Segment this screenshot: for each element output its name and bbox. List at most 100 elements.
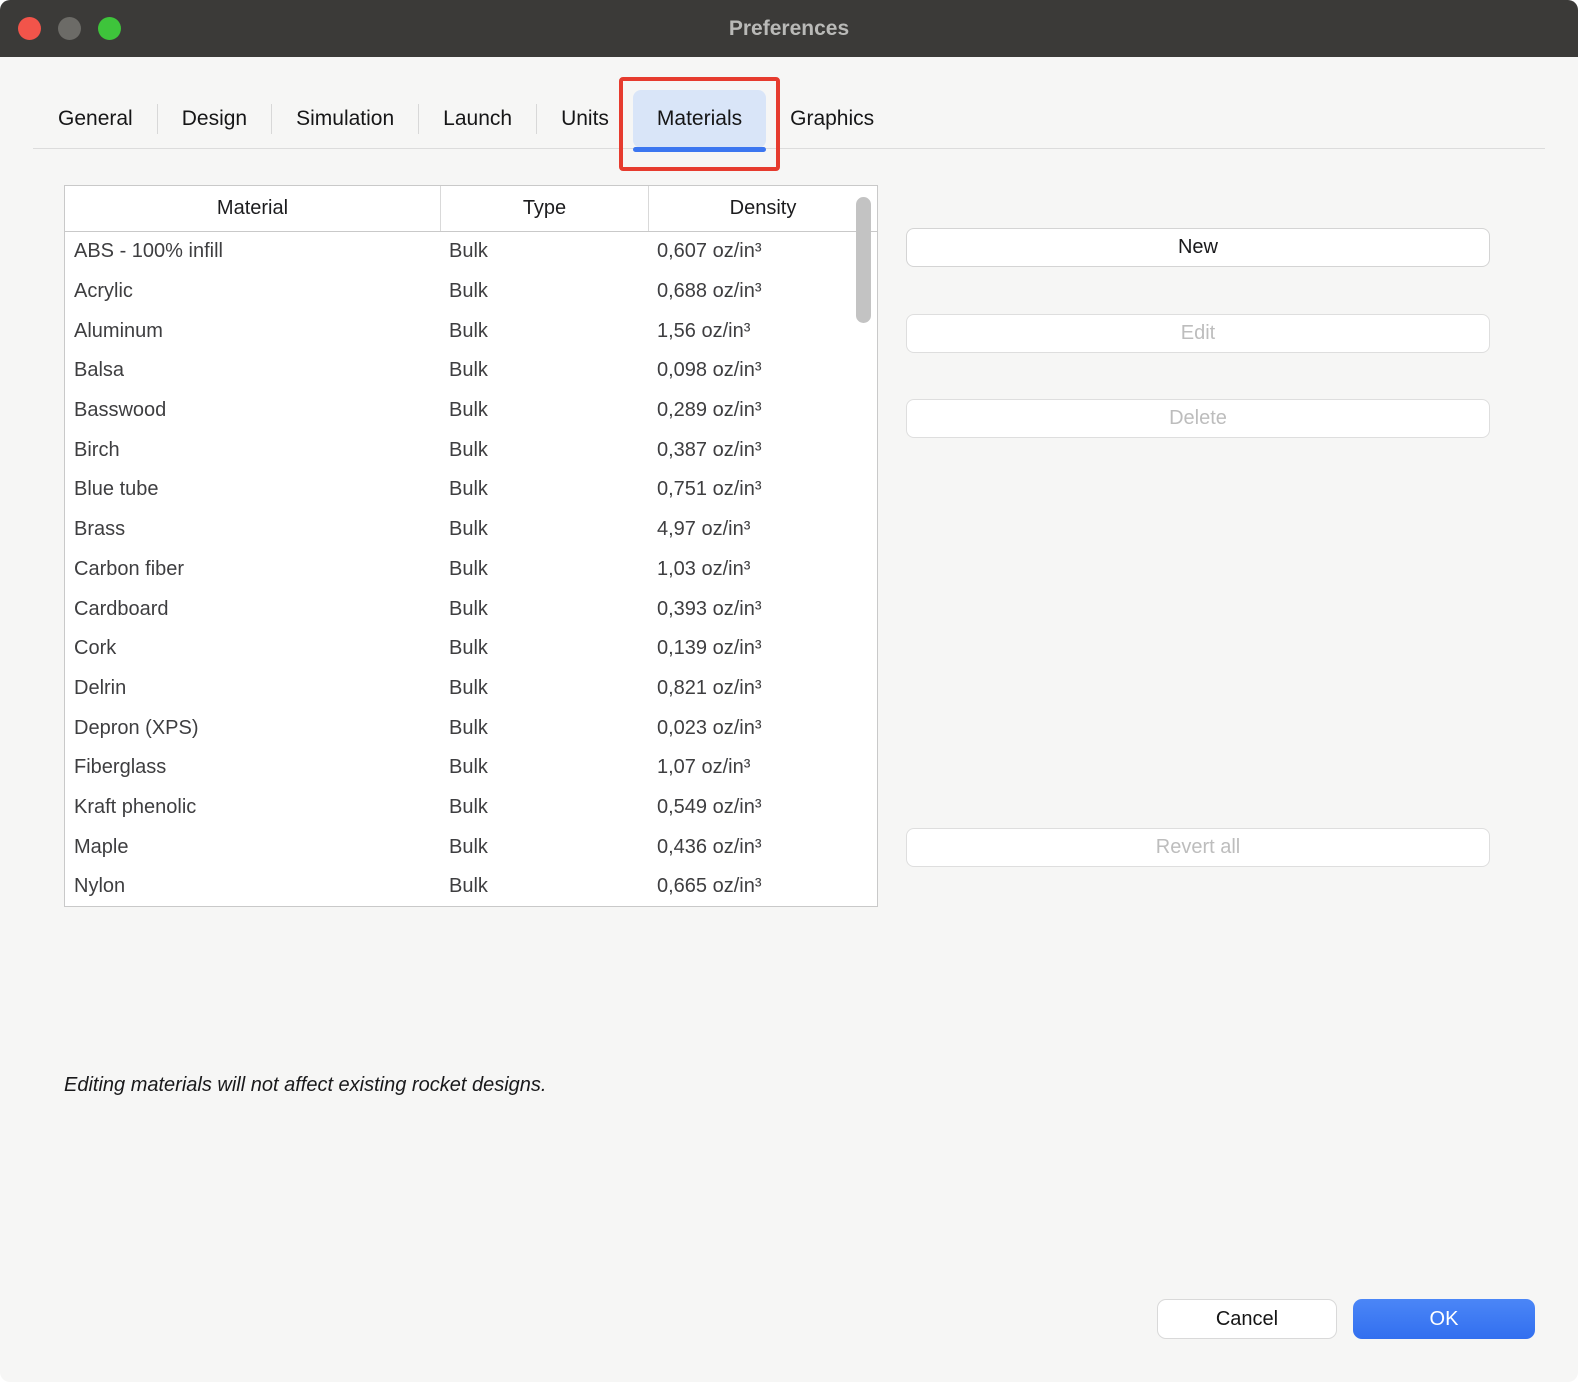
column-header-density[interactable]: Density bbox=[648, 186, 877, 231]
tab-simulation[interactable]: Simulation bbox=[272, 90, 418, 148]
cell-material: Basswood bbox=[65, 399, 440, 422]
minimize-window-button[interactable] bbox=[58, 17, 81, 40]
table-row[interactable]: Basswood Bulk 0,289 oz/in³ bbox=[65, 391, 877, 431]
tab-label: General bbox=[58, 107, 133, 131]
table-row[interactable]: Acrylic Bulk 0,688 oz/in³ bbox=[65, 272, 877, 312]
tab-label: Units bbox=[561, 107, 609, 131]
tab-design[interactable]: Design bbox=[158, 90, 271, 148]
cell-material: Depron (XPS) bbox=[65, 717, 440, 740]
cell-material: Birch bbox=[65, 439, 440, 462]
table-body: ABS - 100% infill Bulk 0,607 oz/in³ Acry… bbox=[65, 232, 877, 907]
cell-material: Cork bbox=[65, 637, 440, 660]
tab-label: Launch bbox=[443, 107, 512, 131]
cell-material: Acrylic bbox=[65, 280, 440, 303]
tab-launch[interactable]: Launch bbox=[419, 90, 536, 148]
cell-density: 0,289 oz/in³ bbox=[648, 399, 877, 422]
cancel-button[interactable]: Cancel bbox=[1157, 1299, 1337, 1339]
preferences-window: Preferences General Design Simulation La… bbox=[0, 0, 1578, 1382]
cell-type: Bulk bbox=[440, 280, 648, 303]
cell-type: Bulk bbox=[440, 359, 648, 382]
cell-type: Bulk bbox=[440, 399, 648, 422]
cell-material: ABS - 100% infill bbox=[65, 240, 440, 263]
tab-label: Materials bbox=[657, 107, 742, 131]
cell-type: Bulk bbox=[440, 875, 648, 898]
zoom-window-button[interactable] bbox=[98, 17, 121, 40]
cell-type: Bulk bbox=[440, 756, 648, 779]
cell-material: Delrin bbox=[65, 677, 440, 700]
tabbar-divider bbox=[33, 148, 1545, 149]
cell-density: 0,436 oz/in³ bbox=[648, 836, 877, 859]
cell-material: Kraft phenolic bbox=[65, 796, 440, 819]
table-row[interactable]: Cork Bulk 0,139 oz/in³ bbox=[65, 629, 877, 669]
cell-material: Balsa bbox=[65, 359, 440, 382]
cell-material: Brass bbox=[65, 518, 440, 541]
selected-tab-underline bbox=[633, 147, 766, 152]
revert-all-button[interactable]: Revert all bbox=[906, 828, 1490, 867]
tab-materials[interactable]: Materials bbox=[633, 90, 766, 148]
cell-density: 0,821 oz/in³ bbox=[648, 677, 877, 700]
cell-density: 0,098 oz/in³ bbox=[648, 359, 877, 382]
table-row[interactable]: Cardboard Bulk 0,393 oz/in³ bbox=[65, 589, 877, 629]
tab-bar: General Design Simulation Launch Units M… bbox=[34, 90, 898, 148]
cell-material: Aluminum bbox=[65, 320, 440, 343]
cell-type: Bulk bbox=[440, 439, 648, 462]
cell-type: Bulk bbox=[440, 240, 648, 263]
vertical-scrollbar-thumb[interactable] bbox=[856, 197, 871, 323]
column-header-material[interactable]: Material bbox=[65, 186, 440, 231]
tab-label: Graphics bbox=[790, 107, 874, 131]
delete-button[interactable]: Delete bbox=[906, 399, 1490, 438]
ok-button[interactable]: OK bbox=[1353, 1299, 1535, 1339]
cell-type: Bulk bbox=[440, 677, 648, 700]
table-row[interactable]: ABS - 100% infill Bulk 0,607 oz/in³ bbox=[65, 232, 877, 272]
table-row[interactable]: Blue tube Bulk 0,751 oz/in³ bbox=[65, 470, 877, 510]
cell-type: Bulk bbox=[440, 518, 648, 541]
cell-density: 0,607 oz/in³ bbox=[648, 240, 877, 263]
cell-density: 4,97 oz/in³ bbox=[648, 518, 877, 541]
column-header-type[interactable]: Type bbox=[440, 186, 648, 231]
tab-units[interactable]: Units bbox=[537, 90, 633, 148]
cell-material: Maple bbox=[65, 836, 440, 859]
cell-material: Carbon fiber bbox=[65, 558, 440, 581]
cell-density: 0,023 oz/in³ bbox=[648, 717, 877, 740]
table-row[interactable]: Birch Bulk 0,387 oz/in³ bbox=[65, 430, 877, 470]
cell-type: Bulk bbox=[440, 320, 648, 343]
table-row[interactable]: Carbon fiber Bulk 1,03 oz/in³ bbox=[65, 550, 877, 590]
window-title: Preferences bbox=[729, 17, 849, 41]
tab-general[interactable]: General bbox=[34, 90, 157, 148]
cell-density: 0,549 oz/in³ bbox=[648, 796, 877, 819]
traffic-lights bbox=[18, 0, 121, 57]
cell-density: 0,688 oz/in³ bbox=[648, 280, 877, 303]
table-row[interactable]: Delrin Bulk 0,821 oz/in³ bbox=[65, 669, 877, 709]
table-row[interactable]: Fiberglass Bulk 1,07 oz/in³ bbox=[65, 748, 877, 788]
cell-material: Fiberglass bbox=[65, 756, 440, 779]
cell-type: Bulk bbox=[440, 637, 648, 660]
table-row[interactable]: Aluminum Bulk 1,56 oz/in³ bbox=[65, 311, 877, 351]
cell-density: 0,393 oz/in³ bbox=[648, 598, 877, 621]
edit-button[interactable]: Edit bbox=[906, 314, 1490, 353]
cell-type: Bulk bbox=[440, 836, 648, 859]
table-row[interactable]: Balsa Bulk 0,098 oz/in³ bbox=[65, 351, 877, 391]
cell-density: 1,07 oz/in³ bbox=[648, 756, 877, 779]
cell-density: 0,139 oz/in³ bbox=[648, 637, 877, 660]
new-button[interactable]: New bbox=[906, 228, 1490, 267]
cell-material: Blue tube bbox=[65, 478, 440, 501]
cell-type: Bulk bbox=[440, 796, 648, 819]
table-row[interactable]: Nylon Bulk 0,665 oz/in³ bbox=[65, 867, 877, 907]
table-header: Material Type Density bbox=[65, 186, 877, 232]
tab-label: Design bbox=[182, 107, 247, 131]
table-row[interactable]: Maple Bulk 0,436 oz/in³ bbox=[65, 827, 877, 867]
cell-type: Bulk bbox=[440, 478, 648, 501]
table-row[interactable]: Kraft phenolic Bulk 0,549 oz/in³ bbox=[65, 788, 877, 828]
cell-type: Bulk bbox=[440, 558, 648, 581]
table-row[interactable]: Depron (XPS) Bulk 0,023 oz/in³ bbox=[65, 708, 877, 748]
close-window-button[interactable] bbox=[18, 17, 41, 40]
cell-density: 0,387 oz/in³ bbox=[648, 439, 877, 462]
cell-density: 0,665 oz/in³ bbox=[648, 875, 877, 898]
cell-density: 1,03 oz/in³ bbox=[648, 558, 877, 581]
cell-density: 0,751 oz/in³ bbox=[648, 478, 877, 501]
materials-table: Material Type Density ABS - 100% infill … bbox=[64, 185, 878, 907]
tab-graphics[interactable]: Graphics bbox=[766, 90, 898, 148]
window-titlebar: Preferences bbox=[0, 0, 1578, 57]
cell-type: Bulk bbox=[440, 598, 648, 621]
table-row[interactable]: Brass Bulk 4,97 oz/in³ bbox=[65, 510, 877, 550]
